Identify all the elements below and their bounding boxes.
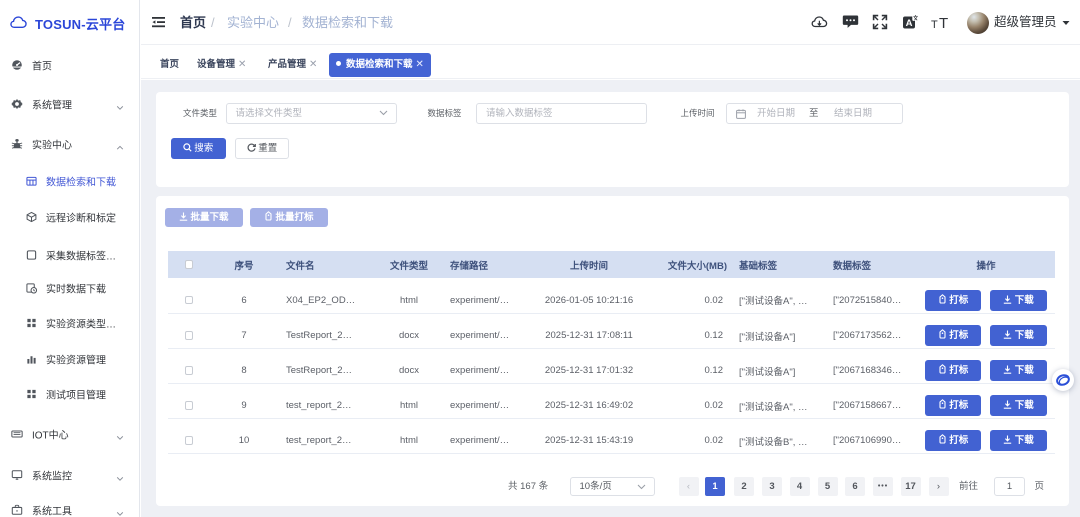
- svg-text:A: A: [906, 18, 913, 29]
- svg-text:T: T: [939, 15, 948, 30]
- svg-text:T: T: [931, 19, 938, 30]
